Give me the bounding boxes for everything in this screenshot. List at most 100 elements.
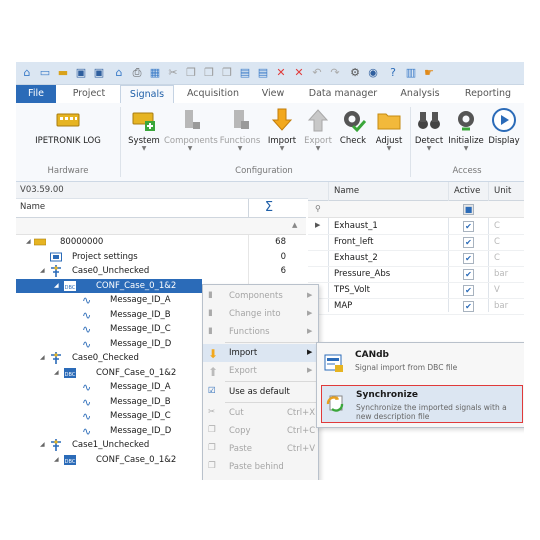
tools-icon[interactable]: ☛: [422, 66, 436, 80]
check-button[interactable]: Check: [336, 107, 370, 146]
copy-icon[interactable]: ❐: [184, 66, 198, 80]
tab-data-manager[interactable]: Data manager: [304, 85, 382, 103]
export-button[interactable]: Export ▼: [300, 107, 336, 152]
tab-acquisition[interactable]: Acquisition: [182, 85, 244, 103]
paste-behind-icon: ❐: [208, 461, 216, 471]
submenu-item-description: Signal import from DBC file: [355, 363, 458, 372]
functions-icon: ▮: [208, 326, 213, 336]
context-menu: ▮ Components ▶ ▮ Change into ▶ ▮ Functio…: [202, 284, 319, 480]
grid-cell-name: Exhaust_2: [334, 253, 378, 263]
grid-row[interactable]: ▶ Exhaust_1 ✔ C: [308, 218, 524, 235]
menu-item-label: Cut: [229, 408, 244, 418]
tab-signals[interactable]: Signals: [120, 85, 174, 104]
document-icon[interactable]: ▤: [256, 66, 270, 80]
scroll-up-arrow-icon[interactable]: ▲: [292, 221, 297, 229]
detect-button[interactable]: Detect ▼: [412, 107, 446, 152]
collapse-arrow-icon[interactable]: ◢: [54, 282, 59, 289]
app-icon[interactable]: ⌂: [20, 66, 34, 80]
ipetronik-log-button[interactable]: IPETRONIK LOG: [26, 107, 110, 146]
tree-filter-row: ▲: [16, 218, 306, 235]
menu-item-paste[interactable]: ❐ Paste Ctrl+V: [203, 440, 318, 458]
grid-row[interactable]: Pressure_Abs ✔ bar: [308, 266, 524, 283]
display-button[interactable]: Display: [486, 107, 522, 146]
components-button[interactable]: Components ▼: [164, 107, 218, 152]
filter-checkbox[interactable]: ■: [463, 204, 474, 215]
redo-icon[interactable]: ↷: [328, 66, 342, 80]
delete-icon[interactable]: ✕: [274, 66, 288, 80]
tree-name-column-header[interactable]: Name: [20, 202, 45, 212]
submenu-item-candb[interactable]: CANdb Signal import from DBC file: [321, 346, 521, 382]
new-icon[interactable]: ▭: [38, 66, 52, 80]
tree-header: Name Σ: [16, 199, 306, 218]
active-checkbox[interactable]: ✔: [463, 221, 474, 232]
filter-icon[interactable]: ⚲: [315, 204, 321, 213]
import-arrow-icon: ⬇: [208, 347, 219, 361]
menu-item-change-into[interactable]: ▮ Change into ▶: [203, 305, 318, 323]
menu-item-export[interactable]: ⬆ Export ▶: [203, 362, 318, 380]
grid-active-column-header[interactable]: Active: [454, 186, 480, 196]
menu-item-import[interactable]: ⬇ Import ▶: [203, 344, 318, 362]
menu-item-paste-behind[interactable]: ❐ Paste behind: [203, 458, 318, 476]
menu-item-use-as-default[interactable]: ☑ Use as default: [203, 383, 318, 401]
grid-row[interactable]: MAP ✔ bar: [308, 298, 524, 315]
chart-icon[interactable]: ▥: [404, 66, 418, 80]
tab-file[interactable]: File: [16, 85, 56, 103]
tree-row-case0-unchecked[interactable]: ◢ Case0_Unchecked 6: [16, 264, 306, 279]
active-checkbox[interactable]: ✔: [463, 269, 474, 280]
tree-row-project-settings[interactable]: Project settings 0: [16, 250, 306, 265]
structure-icon[interactable]: ⌂: [112, 66, 126, 80]
grid-row[interactable]: Front_left ✔ C: [308, 234, 524, 251]
active-checkbox[interactable]: ✔: [463, 285, 474, 296]
cut-icon[interactable]: ✂: [166, 66, 180, 80]
tab-project[interactable]: Project: [64, 85, 114, 103]
initialize-button[interactable]: Initialize ▼: [446, 107, 486, 152]
menu-item-label: Import: [229, 348, 258, 358]
grid-cell-unit: C: [494, 253, 500, 263]
undo-icon[interactable]: ↶: [310, 66, 324, 80]
properties-icon[interactable]: ▦: [148, 66, 162, 80]
collapse-arrow-icon[interactable]: ◢: [54, 456, 59, 463]
menu-item-copy[interactable]: ❐ Copy Ctrl+C: [203, 422, 318, 440]
system-add-icon: [132, 112, 155, 131]
menu-item-functions[interactable]: ▮ Functions ▶: [203, 323, 318, 341]
compass-icon[interactable]: ◉: [366, 66, 380, 80]
tab-analysis[interactable]: Analysis: [392, 85, 448, 103]
tab-view[interactable]: View: [252, 85, 294, 103]
collapse-arrow-icon[interactable]: ◢: [40, 267, 45, 274]
save-as-icon[interactable]: ▣: [92, 66, 106, 80]
grid-row[interactable]: TPS_Volt ✔ V: [308, 282, 524, 299]
delete-all-icon[interactable]: ✕: [292, 66, 306, 80]
gear-icon[interactable]: ⚙: [348, 66, 362, 80]
tree-row-conf-case-selected[interactable]: ◢ DBC CONF_Case_0_1&2: [16, 278, 202, 293]
save-icon[interactable]: ▣: [74, 66, 88, 80]
grid-unit-column-header[interactable]: Unit: [494, 186, 511, 196]
collapse-arrow-icon[interactable]: ◢: [40, 441, 45, 448]
paste-special-icon[interactable]: ❐: [220, 66, 234, 80]
submenu-item-synchronize[interactable]: Synchronize Synchronize the imported sig…: [321, 385, 523, 423]
tree-row-root[interactable]: ◢ 80000000 68: [16, 235, 306, 250]
import-button[interactable]: Import ▼: [264, 107, 300, 152]
chevron-down-icon: ▼: [463, 145, 469, 152]
active-checkbox[interactable]: ✔: [463, 301, 474, 312]
svg-text:DBC: DBC: [65, 459, 76, 465]
grid-name-column-header[interactable]: Name: [334, 186, 359, 196]
menu-item-cut[interactable]: ✂ Cut Ctrl+X: [203, 404, 318, 422]
system-button[interactable]: System ▼: [124, 107, 164, 152]
menu-item-components[interactable]: ▮ Components ▶: [203, 287, 318, 305]
adjust-button[interactable]: Adjust ▼: [372, 107, 406, 152]
print-icon[interactable]: ⎙: [130, 66, 144, 80]
collapse-arrow-icon[interactable]: ◢: [54, 369, 59, 376]
functions-button[interactable]: Functions ▼: [218, 107, 262, 152]
tab-reporting[interactable]: Reporting: [456, 85, 520, 103]
paste-icon[interactable]: ❐: [202, 66, 216, 80]
signal-wave-icon: ∿: [82, 308, 92, 322]
collapse-arrow-icon[interactable]: ◢: [40, 354, 45, 361]
open-folder-icon[interactable]: ▬: [56, 66, 70, 80]
sum-column-header[interactable]: Σ: [248, 199, 289, 217]
active-checkbox[interactable]: ✔: [463, 237, 474, 248]
help-icon[interactable]: ?: [386, 66, 400, 80]
insert-icon[interactable]: ▤: [238, 66, 252, 80]
active-checkbox[interactable]: ✔: [463, 253, 474, 264]
collapse-arrow-icon[interactable]: ◢: [26, 238, 31, 245]
grid-row[interactable]: Exhaust_2 ✔ C: [308, 250, 524, 267]
